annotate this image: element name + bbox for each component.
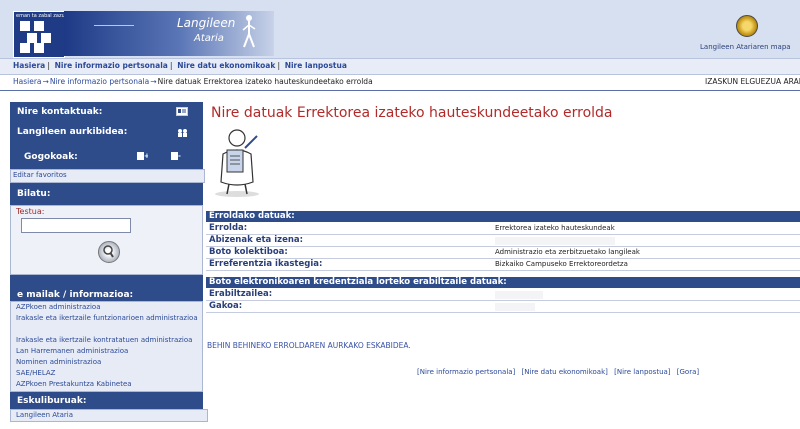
- add-bookmark-icon[interactable]: +: [136, 151, 148, 160]
- row-collective-value: Administrazio eta zerbitzuetako langilea…: [495, 248, 640, 256]
- email-link-labor-relations[interactable]: Lan Harremanen administrazioa: [11, 346, 202, 357]
- search-button[interactable]: [98, 241, 120, 263]
- search-panel: Testua:: [10, 205, 203, 275]
- clipboard-person-icon: [215, 129, 259, 197]
- breadcrumb: Hasiera→Nire informazio pertsonala→Nire …: [0, 74, 800, 91]
- row-name: Abizenak eta izena:: [206, 235, 800, 247]
- sidebar-email-header: e mailak / informazioa:: [10, 275, 203, 301]
- manual-link-portal[interactable]: Langileen Ataria: [10, 409, 208, 422]
- svg-text:+: +: [144, 152, 148, 160]
- sidebar-personal-block: Nire kontaktuak: Langileen aurkibidea: G…: [10, 102, 203, 170]
- row-center: Erreferentzia ikastegia: Bizkaiko Campus…: [206, 259, 800, 271]
- magnifier-icon: [103, 245, 114, 258]
- footer-link-economic-data[interactable]: [Nire datu ekonomikoak]: [522, 368, 608, 376]
- bookmark-list-icon[interactable]: -: [170, 151, 182, 160]
- manuals-title: Eskuliburuak:: [17, 396, 87, 406]
- header: eman ta zabal zazu Langileen Ataria Lang…: [0, 0, 800, 58]
- top-navigation: Hasiera | Nire informazio pertsonala | Nir…: [0, 58, 800, 75]
- nav-economic-data[interactable]: Nire datu ekonomikoak: [177, 61, 275, 70]
- email-link-pdi-civil[interactable]: Irakasle eta ikertzaile funtzionarioen a…: [11, 313, 202, 335]
- svg-text:-: -: [178, 152, 181, 160]
- row-center-value: Bizkaiko Campuseko Errektoreordetza: [495, 260, 628, 268]
- email-list: AZPkoen administrazioa Irakasle eta iker…: [10, 301, 203, 392]
- appeal-link[interactable]: BEHIN BEHINEKO ERROLDAREN AURKAKO ESKABI…: [207, 341, 411, 350]
- banner-title-line2: Ataria: [194, 33, 224, 44]
- footer-link-personal-info[interactable]: [Nire informazio pertsonala]: [417, 368, 515, 376]
- walking-person-icon: [242, 15, 256, 48]
- contact-card-icon[interactable]: [176, 107, 188, 116]
- row-username-label: Erabiltzailea:: [209, 289, 273, 299]
- email-link-payroll[interactable]: Nominen administrazioa: [11, 357, 202, 368]
- email-link-pdi-contract[interactable]: Irakasle eta ikertzaile kontratatuen adm…: [11, 335, 202, 346]
- nav-personal-info[interactable]: Nire informazio pertsonala: [55, 61, 168, 70]
- row-collective: Boto kolektiboa: Administrazio eta zerbi…: [206, 247, 800, 259]
- footer-link-job[interactable]: [Nire lanpostua]: [614, 368, 670, 376]
- university-logo[interactable]: eman ta zabal zazu: [13, 11, 65, 58]
- row-username: Erabiltzailea:: [206, 289, 800, 301]
- logo-motto: eman ta zabal zazu: [16, 13, 65, 19]
- email-link-azp-admin[interactable]: AZPkoen administrazioa: [11, 302, 202, 313]
- row-roll: Errolda: Errektorea izateko hauteskundea…: [206, 223, 800, 235]
- edit-favorites-link[interactable]: Editar favoritos: [10, 169, 205, 183]
- footer-links: [Nire informazio pertsonala] [Nire datu …: [417, 368, 703, 376]
- breadcrumb-home[interactable]: Hasiera: [13, 77, 42, 86]
- row-name-label: Abizenak eta izena:: [209, 235, 304, 245]
- nav-home[interactable]: Hasiera: [13, 61, 45, 70]
- people-icon[interactable]: [176, 128, 188, 137]
- row-collective-label: Boto kolektiboa:: [209, 247, 288, 257]
- site-map-link[interactable]: Langileen Atariaren mapa: [700, 43, 791, 51]
- sidebar-search-header: Bilatu:: [10, 183, 203, 205]
- email-link-sae[interactable]: SAE/HELAZ: [11, 368, 202, 379]
- logo-emblem-icon: [20, 21, 51, 53]
- search-title: Bilatu:: [17, 189, 51, 199]
- sidebar: Nire kontaktuak: Langileen aurkibidea: G…: [10, 102, 208, 422]
- breadcrumb-personal-info[interactable]: Nire informazio pertsonala: [50, 77, 149, 86]
- sidebar-bookmarks-label[interactable]: Gogokoak:: [24, 152, 78, 162]
- breadcrumb-current: Nire datuak Errektorea izateko hauteskun…: [157, 77, 373, 86]
- site-map-icon[interactable]: [736, 15, 758, 37]
- redacted-password: [495, 303, 535, 311]
- footer-link-top[interactable]: [Gora]: [677, 368, 699, 376]
- sidebar-directory-label[interactable]: Langileen aurkibidea:: [17, 127, 127, 137]
- section-credential-data: Boto elektronikoaren kredentziala lortek…: [206, 277, 800, 288]
- banner-title-line1: Langileen: [177, 16, 236, 30]
- nav-job[interactable]: Nire lanpostua: [285, 61, 347, 70]
- section-roll-data: Erroldako datuak:: [206, 211, 800, 222]
- row-roll-label: Errolda:: [209, 223, 248, 233]
- row-roll-value: Errektorea izateko hauteskundeak: [495, 224, 615, 232]
- sidebar-manuals-header: Eskuliburuak:: [10, 392, 203, 409]
- row-password-label: Gakoa:: [209, 301, 243, 311]
- search-input[interactable]: [21, 218, 131, 233]
- email-title: e mailak / informazioa:: [17, 290, 134, 300]
- sidebar-contacts-label[interactable]: Nire kontaktuak:: [17, 107, 102, 117]
- email-link-training[interactable]: AZPkoen Prestakuntza Kabinetea: [11, 379, 202, 390]
- redacted-username: [495, 291, 543, 299]
- search-label: Testua:: [16, 207, 45, 216]
- row-center-label: Erreferentzia ikastegia:: [209, 259, 323, 269]
- row-password: Gakoa:: [206, 301, 800, 313]
- user-name: IZASKUN ELGUEZUA ARANC: [705, 77, 800, 86]
- page-title: Nire datuak Errektorea izateko hauteskun…: [211, 105, 613, 121]
- redacted-name: [495, 237, 615, 245]
- portal-banner[interactable]: Langileen Ataria: [64, 11, 274, 56]
